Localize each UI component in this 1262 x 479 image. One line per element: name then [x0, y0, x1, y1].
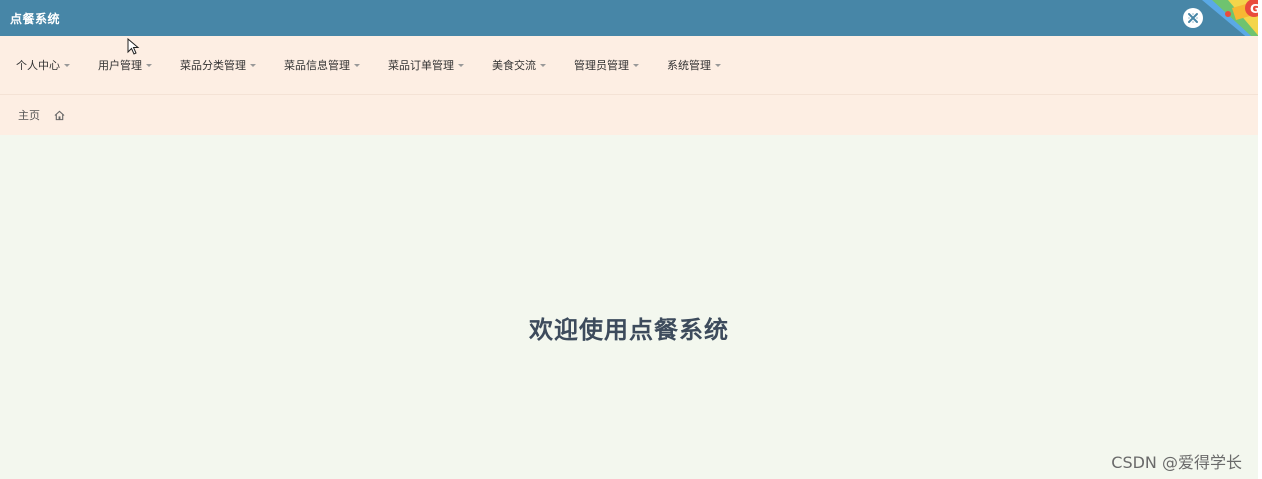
nav-item-label: 菜品订单管理	[388, 59, 454, 72]
caret-down-icon	[250, 64, 256, 67]
app-window: 点餐系统 G 个人中心 用户管理 菜品分类管理 菜品信息管理 菜品订单管理 美食…	[0, 0, 1262, 479]
nav-item-label: 系统管理	[667, 59, 711, 72]
nav-item-label: 用户管理	[98, 59, 142, 72]
caret-down-icon	[354, 64, 360, 67]
watermark-text: CSDN @爱得学长	[1111, 453, 1242, 472]
nav-item-system-management[interactable]: 系统管理	[667, 57, 721, 73]
nav-item-dish-category-management[interactable]: 菜品分类管理	[180, 57, 256, 73]
main-nav-bar: 个人中心 用户管理 菜品分类管理 菜品信息管理 菜品订单管理 美食交流 管理员管…	[0, 36, 1258, 94]
top-header-bar: 点餐系统 G	[0, 0, 1262, 50]
window-edge	[1258, 0, 1262, 479]
nav-item-dish-info-management[interactable]: 菜品信息管理	[284, 57, 360, 73]
nav-item-food-exchange[interactable]: 美食交流	[492, 57, 546, 73]
caret-down-icon	[540, 64, 546, 67]
welcome-heading: 欢迎使用点餐系统	[529, 316, 729, 344]
breadcrumb: 主页	[0, 94, 1258, 135]
home-icon[interactable]	[54, 110, 65, 121]
mouse-pointer-icon	[127, 38, 140, 55]
nav-item-label: 菜品信息管理	[284, 59, 350, 72]
app-title: 点餐系统	[10, 11, 61, 26]
nav-item-personal-center[interactable]: 个人中心	[16, 57, 70, 73]
caret-down-icon	[146, 64, 152, 67]
caret-down-icon	[64, 64, 70, 67]
nav-item-dish-order-management[interactable]: 菜品订单管理	[388, 57, 464, 73]
nav-item-label: 管理员管理	[574, 59, 629, 72]
caret-down-icon	[715, 64, 721, 67]
caret-down-icon	[633, 64, 639, 67]
nav-item-admin-management[interactable]: 管理员管理	[574, 57, 639, 73]
caret-down-icon	[458, 64, 464, 67]
nav-item-label: 个人中心	[16, 59, 60, 72]
nav-item-label: 菜品分类管理	[180, 59, 246, 72]
nav-item-user-management[interactable]: 用户管理	[98, 57, 152, 73]
nav-item-label: 美食交流	[492, 59, 536, 72]
breadcrumb-home-link[interactable]: 主页	[18, 107, 40, 123]
